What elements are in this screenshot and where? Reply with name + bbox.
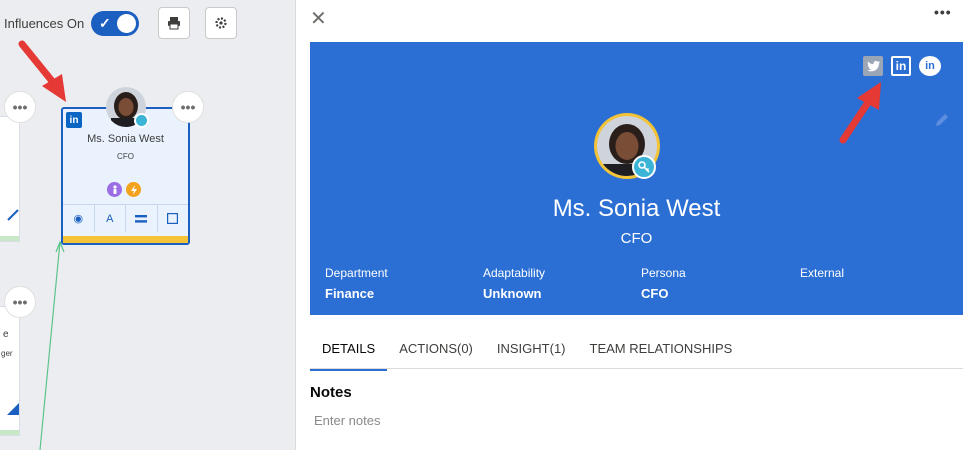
node-accent-bar <box>63 236 188 243</box>
tab-actions[interactable]: ACTIONS(0) <box>387 331 485 371</box>
printer-icon <box>168 17 180 30</box>
pencil-icon[interactable] <box>934 112 950 128</box>
tab-insight[interactable]: INSIGHT(1) <box>485 331 578 371</box>
profile-name: Ms. Sonia West <box>552 195 721 222</box>
node-title: CFO <box>117 152 134 161</box>
field-label: Adaptability <box>483 266 546 280</box>
linkedin-icon[interactable]: in <box>891 56 911 76</box>
linkedin-icon[interactable]: in <box>66 112 82 128</box>
close-icon[interactable]: ✕ <box>310 6 327 31</box>
target-icon[interactable]: ◉ <box>63 205 95 232</box>
detail-panel: ✕ ••• in in Ms. Sonia West CFO Departmen <box>296 0 976 450</box>
org-chart-canvas[interactable]: Influences On ✓ ••• e ger ••• in Ms. Son… <box>0 0 296 450</box>
field-label: Persona <box>641 266 686 280</box>
print-button[interactable] <box>158 7 190 39</box>
influences-toggle[interactable]: ✓ <box>91 11 139 36</box>
field-external: External <box>800 266 844 286</box>
partial-node-card[interactable] <box>0 116 20 242</box>
partial-card-bar <box>0 236 19 241</box>
twitter-icon[interactable] <box>863 56 883 76</box>
connector-line <box>39 240 65 450</box>
gear-icon <box>215 17 227 29</box>
influences-toggle-label: Influences On <box>4 16 85 31</box>
person-icon <box>107 182 122 197</box>
lightning-icon <box>126 182 141 197</box>
check-icon: ✓ <box>99 15 111 31</box>
detail-tabs: DETAILS ACTIONS(0) INSIGHT(1) TEAM RELAT… <box>310 331 744 371</box>
field-label: Department <box>325 266 388 280</box>
profile-header: in in Ms. Sonia West CFO Department Fina… <box>310 42 963 315</box>
toggle-knob <box>117 14 136 33</box>
node-name: Ms. Sonia West <box>87 133 164 145</box>
notes-heading: Notes <box>310 384 352 401</box>
tabs-divider <box>310 368 963 369</box>
tab-team-relationships[interactable]: TEAM RELATIONSHIPS <box>578 331 745 371</box>
field-label: External <box>800 266 845 280</box>
partial-node-card-2[interactable]: e ger <box>0 306 20 436</box>
notes-input[interactable] <box>310 411 950 430</box>
tab-details[interactable]: DETAILS <box>310 331 388 371</box>
panel-more-button[interactable]: ••• <box>934 4 952 20</box>
chatter-icon[interactable]: in <box>919 56 941 76</box>
partial-card-bar <box>0 430 19 435</box>
annotation-arrow <box>839 82 881 144</box>
node-more-button-2[interactable]: ••• <box>4 286 36 318</box>
key-icon <box>134 113 149 128</box>
square-icon[interactable] <box>158 205 189 232</box>
field-department: Department Finance <box>325 266 388 301</box>
profile-role: CFO <box>620 230 653 247</box>
field-value: CFO <box>641 286 669 301</box>
settings-button[interactable] <box>205 7 237 39</box>
node-more-button-3[interactable]: ••• <box>172 91 204 123</box>
field-persona: Persona CFO <box>641 266 686 301</box>
partial-card-text-2: ger <box>1 349 13 358</box>
partial-card-text: e <box>3 329 9 340</box>
field-value: Finance <box>325 286 375 301</box>
node-more-button[interactable]: ••• <box>4 91 36 123</box>
triangle-icon <box>7 403 19 415</box>
equals-icon[interactable] <box>126 205 158 232</box>
edit-line-icon <box>7 209 19 221</box>
field-adaptability: Adaptability Unknown <box>483 266 545 301</box>
field-value: Unknown <box>483 286 542 301</box>
font-icon[interactable]: A <box>95 205 126 232</box>
key-icon <box>632 155 656 179</box>
